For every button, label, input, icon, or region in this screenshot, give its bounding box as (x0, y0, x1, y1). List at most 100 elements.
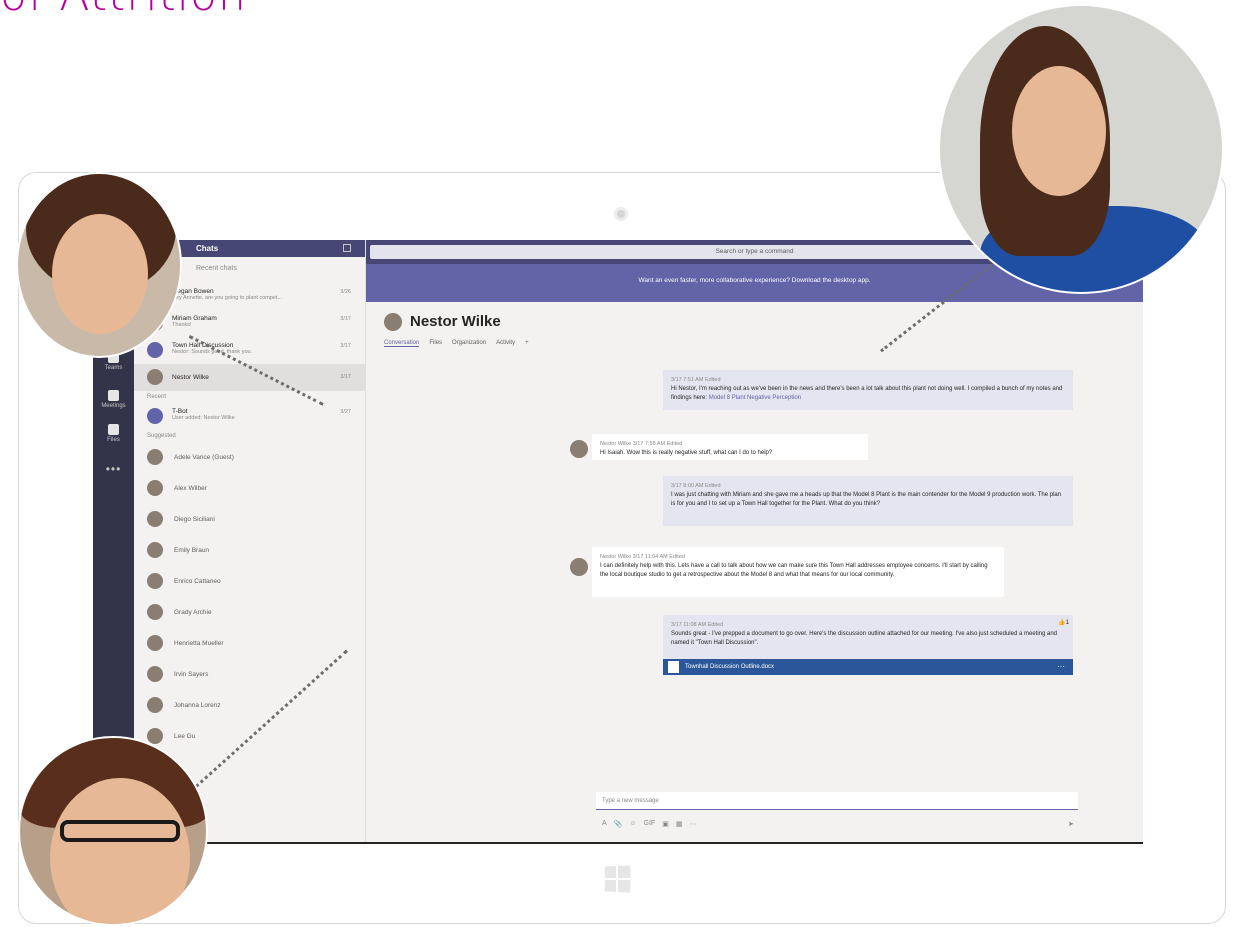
group-avatar (147, 342, 163, 358)
avatar (570, 558, 588, 576)
contact-name: Lee Gu (174, 733, 196, 740)
avatar (147, 542, 163, 558)
suggested-contact[interactable]: Alex Wilber (134, 473, 365, 504)
contact-name: Henrietta Mueller (174, 640, 224, 647)
file-attachment[interactable]: Townhall Discussion Outline.docx ··· (663, 659, 1073, 675)
person-photo (16, 172, 182, 358)
word-doc-icon (668, 661, 679, 673)
suggested-contact[interactable]: Henrietta Mueller (134, 628, 365, 659)
chat-name: Miriam Graham (172, 315, 217, 322)
send-icon[interactable]: ➤ (1068, 820, 1074, 828)
contact-name: Johanna Lorenz (174, 702, 221, 709)
chat-preview: Hey Annette, are you going to plant comp… (172, 295, 283, 301)
sticker-icon[interactable]: ▣ (662, 820, 669, 828)
emoji-icon[interactable]: ☺ (629, 820, 636, 828)
camera (614, 207, 628, 221)
face (1012, 66, 1106, 196)
compose-toolbar: A 📎 ☺ GIF ▣ ▦ ⋯ (602, 820, 696, 828)
tab-files[interactable]: Files (429, 340, 442, 347)
like-icon: 👍 (1058, 620, 1066, 626)
contact-name: Diego Siciliani (174, 516, 215, 523)
like-count: 1 (1065, 620, 1069, 626)
message-text: Sounds great - I've prepped a document t… (671, 631, 1058, 646)
chat-time: 3/17 (340, 343, 351, 349)
attachment-name: Townhall Discussion Outline.docx (685, 664, 775, 670)
rail-item-files[interactable]: Files (93, 420, 134, 454)
chat-time: 3/17 (340, 316, 351, 322)
rail-label: Files (107, 437, 120, 443)
chat-item[interactable]: Town Hall Discussion Nestor: Sounds good,… (134, 337, 365, 364)
tab-conversation[interactable]: Conversation (384, 340, 420, 347)
message-text: I was just chatting with Miriam and she … (671, 492, 1062, 507)
chat-item[interactable]: T-Bot User added: Nestor Wilke 3/27 (134, 403, 365, 430)
suggested-contact[interactable]: Grady Archie (134, 597, 365, 628)
chat-name: Megan Bowen (172, 288, 214, 295)
teams-window: Teams Meetings Files ••• Chats Recent ch… (93, 240, 1143, 844)
rail-label: Teams (104, 365, 123, 371)
chat-time: 3/17 (340, 374, 351, 380)
section-label-recent: Recent (147, 394, 167, 400)
message-mine: 3/17 8:00 AM Edited I was just chatting … (663, 476, 1073, 526)
message-meta: 3/17 7:51 AM Edited (671, 377, 721, 383)
rail-more-icon[interactable]: ••• (93, 462, 134, 476)
chat-time: 3/26 (340, 289, 351, 295)
conversation-pane: Nestor Wilke Conversation Files Organiza… (366, 302, 1143, 842)
tab-organization[interactable]: Organization (452, 340, 486, 347)
suggested-contact[interactable]: Adele Vance (Guest) (134, 442, 365, 473)
attach-icon[interactable]: 📎 (614, 820, 623, 828)
avatar (147, 369, 163, 385)
avatar (147, 666, 163, 682)
person-photo (938, 4, 1224, 294)
files-icon (108, 424, 119, 435)
tab-activity[interactable]: Activity (496, 340, 515, 347)
avatar (384, 313, 402, 331)
meet-icon[interactable]: ▦ (676, 820, 683, 828)
chat-name: T-Bot (172, 408, 188, 415)
headline: of Attrition (0, 0, 247, 21)
avatar (147, 697, 163, 713)
contact-name: Adele Vance (Guest) (174, 454, 234, 461)
chat-preview: Nestor: Sounds good, thank you. (172, 349, 253, 355)
person-photo (18, 736, 208, 926)
avatar (147, 604, 163, 620)
chat-list-title: Chats (196, 244, 219, 253)
rail-item-meetings[interactable]: Meetings (93, 386, 134, 420)
windows-logo-icon (604, 865, 631, 893)
add-tab-button[interactable]: + (525, 340, 529, 347)
message-meta: 3/17 11:08 AM Edited (671, 622, 724, 628)
message-meta: Nestor Wilke 3/17 7:58 AM Edited (600, 441, 683, 447)
suggested-contact[interactable]: Diego Siciliani (134, 504, 365, 535)
message-compose-input[interactable]: Type a new message (596, 792, 1078, 810)
calendar-icon (108, 390, 119, 401)
avatar (147, 449, 163, 465)
message-meta: 3/17 8:00 AM Edited (671, 483, 721, 489)
face (50, 778, 190, 924)
contact-name: Alex Wilber (174, 485, 207, 492)
suggested-contact[interactable]: Emily Braun (134, 535, 365, 566)
gif-icon[interactable]: GIF (644, 820, 656, 828)
chat-preview: Thanks! (172, 322, 192, 328)
chat-preview: User added: Nestor Wilke (172, 415, 235, 421)
suggested-contact[interactable]: Enrico Cattaneo (134, 566, 365, 597)
like-reaction[interactable]: 👍1 (1058, 619, 1069, 628)
message-text: I can definitely help with this. Lets ha… (600, 563, 988, 578)
section-label-suggested: Suggested (147, 433, 176, 439)
message-theirs: Nestor Wilke 3/17 11:04 AM Edited I can … (592, 547, 1004, 597)
glasses (60, 820, 180, 842)
compose-icon[interactable] (343, 244, 351, 252)
rail-label: Meetings (101, 403, 126, 409)
avatar (147, 573, 163, 589)
message-theirs: Nestor Wilke 3/17 7:58 AM Edited Hi Isai… (592, 434, 868, 460)
contact-name: Enrico Cattaneo (174, 578, 221, 585)
message-mine: 3/17 7:51 AM Edited Hi Nestor, I'm reach… (663, 370, 1073, 410)
contact-name: Emily Braun (174, 547, 210, 554)
more-options-icon[interactable]: ··· (1057, 662, 1065, 671)
format-icon[interactable]: A (602, 820, 607, 828)
message-link[interactable]: Model 8 Plant Negative Perception (709, 395, 801, 401)
suggested-contact[interactable]: Johanna Lorenz (134, 690, 365, 721)
contact-name: Grady Archie (174, 609, 212, 616)
message-text: Hi Isaiah. Wow this is really negative s… (600, 450, 773, 456)
conversation-title: Nestor Wilke (410, 313, 501, 330)
avatar (147, 635, 163, 651)
more-icon[interactable]: ⋯ (689, 820, 696, 828)
